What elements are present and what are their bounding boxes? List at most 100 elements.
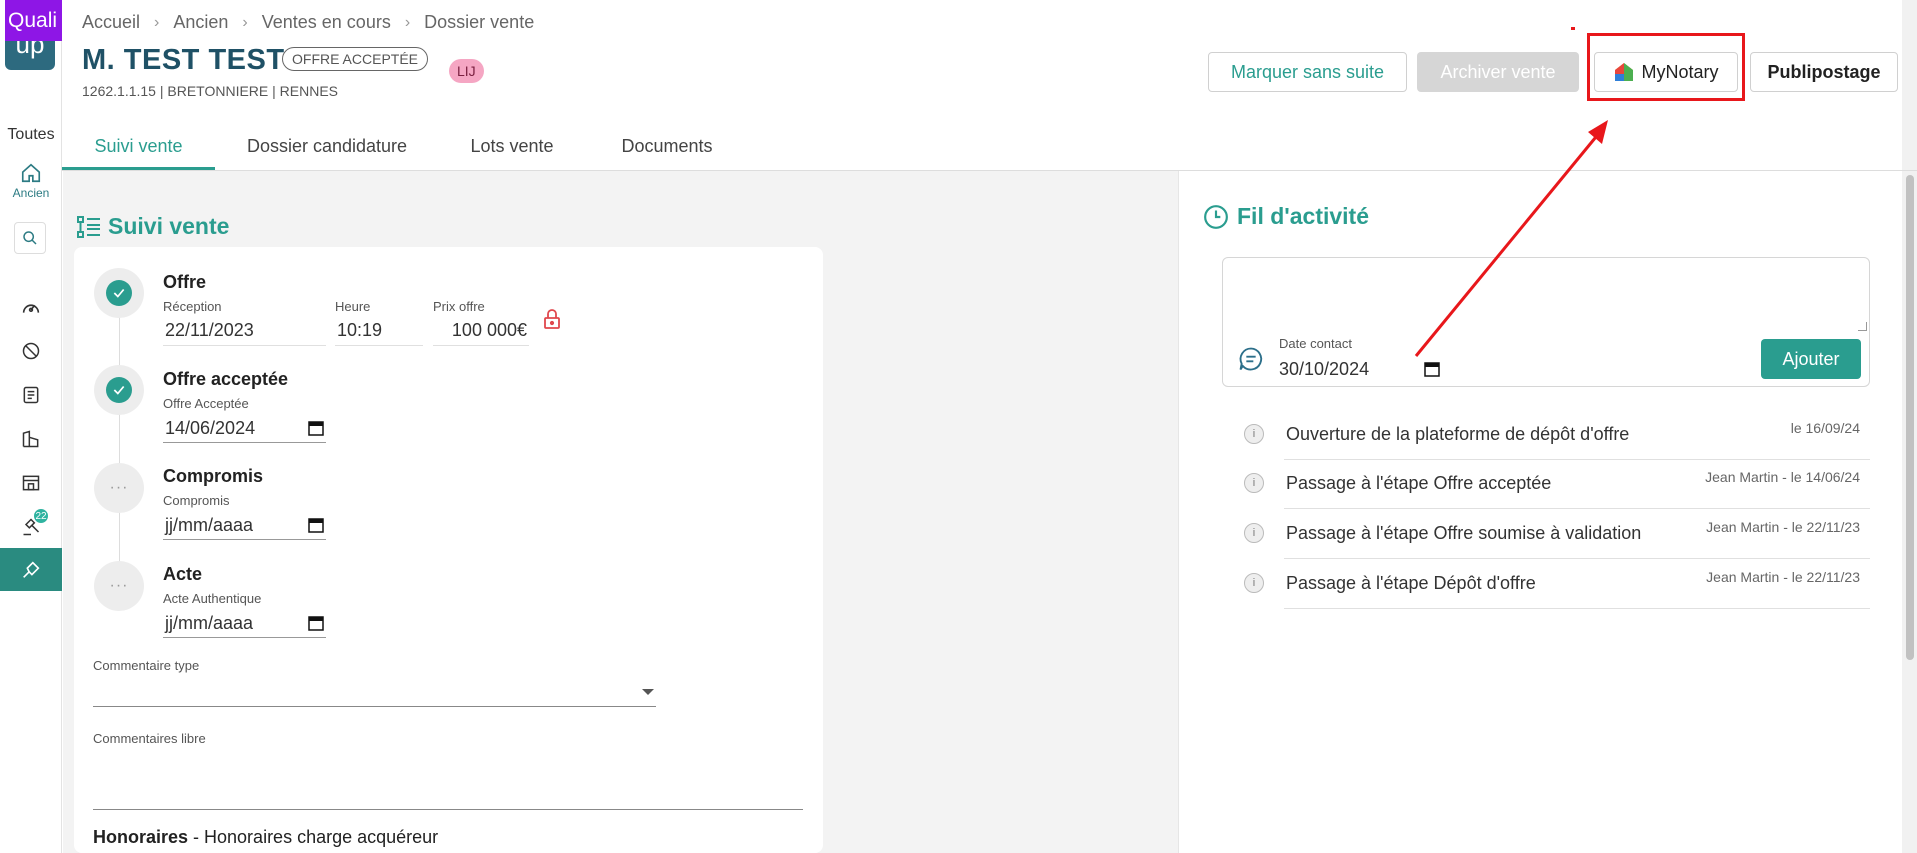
search-icon	[23, 231, 37, 245]
step-compromis-status: ···	[94, 463, 144, 513]
acte-label: Acte Authentique	[163, 591, 262, 606]
offre-acceptee-date-field[interactable]: 14/06/2024	[163, 413, 326, 443]
prix-offre-field[interactable]: 100 000€	[433, 316, 529, 346]
dropdown-arrow-icon	[642, 689, 654, 695]
sidebar: up Quali Toutes Ancien 22	[0, 0, 62, 853]
chat-icon	[1237, 345, 1265, 378]
offre-acceptee-date-value: 14/06/2024	[165, 417, 256, 438]
compromis-date-field[interactable]: jj/mm/aaaa	[163, 510, 326, 540]
storefront-icon	[22, 475, 40, 491]
activity-item-meta: Jean Martin - le 22/11/23	[1706, 569, 1860, 585]
calendar-icon[interactable]	[308, 517, 324, 533]
sidebar-home-label: Ancien	[12, 186, 50, 200]
calendar-icon[interactable]	[1424, 361, 1440, 377]
breadcrumb-item: Dossier vente	[424, 12, 535, 32]
sidebar-item-blocked[interactable]	[19, 339, 43, 363]
tab-documents[interactable]: Documents	[602, 124, 732, 170]
compromis-date-value: jj/mm/aaaa	[165, 514, 254, 535]
acte-date-field[interactable]: jj/mm/aaaa	[163, 608, 326, 638]
chevron-right-icon: ›	[404, 13, 411, 31]
breadcrumb: Accueil › Ancien › Ventes en cours › Dos…	[82, 12, 534, 33]
clock-icon	[1204, 204, 1228, 229]
building-icon	[22, 430, 39, 448]
info-icon: i	[1244, 424, 1264, 444]
sidebar-item-dashboard[interactable]	[19, 296, 43, 320]
suivi-section-title: Suivi vente	[76, 213, 229, 240]
honoraires-text: Honoraires - Honoraires charge acquéreur	[93, 827, 438, 848]
reception-label: Réception	[163, 299, 222, 314]
breadcrumb-item[interactable]: Accueil	[82, 12, 140, 33]
page-subtitle: 1262.1.1.15 | BRETONNIERE | RENNES	[82, 83, 339, 99]
publipostage-button[interactable]: Publipostage	[1750, 52, 1898, 92]
chevron-right-icon: ›	[242, 13, 248, 31]
info-icon: i	[1244, 523, 1264, 543]
activity-item-meta: le 16/09/24	[1790, 420, 1860, 436]
commentaire-type-select[interactable]	[93, 675, 656, 707]
activity-item: i Passage à l'étape Offre soumise à vali…	[1244, 509, 1870, 559]
sidebar-item-ventes[interactable]	[0, 548, 62, 591]
chevron-right-icon: ›	[154, 13, 160, 31]
brand-logo[interactable]: up Quali	[5, 0, 62, 70]
compromis-label: Compromis	[163, 493, 230, 508]
date-contact-field[interactable]: 30/10/2024	[1279, 354, 1440, 384]
scrollbar-thumb[interactable]	[1906, 175, 1914, 660]
resize-handle[interactable]	[1858, 322, 1867, 331]
scrollbar[interactable]	[1902, 171, 1917, 853]
lock-icon[interactable]	[543, 309, 561, 334]
status-badge: OFFRE ACCEPTÉE	[282, 47, 429, 71]
timeline-icon	[77, 215, 100, 238]
calendar-icon[interactable]	[308, 420, 324, 436]
check-icon	[113, 288, 125, 298]
honoraires-value: - Honoraires charge acquéreur	[188, 827, 439, 847]
activity-title: Fil d'activité	[1203, 203, 1369, 230]
step-acte-status: ···	[94, 561, 144, 611]
step-acte-title: Acte	[163, 564, 203, 584]
heure-field[interactable]: 10:19	[335, 316, 423, 346]
activity-title-label: Fil d'activité	[1237, 203, 1370, 229]
logo-badge: Quali	[5, 0, 62, 41]
notification-count-badge: 22	[33, 508, 49, 524]
sidebar-search-button[interactable]	[14, 222, 46, 254]
marquer-sans-suite-button[interactable]: Marquer sans suite	[1208, 52, 1407, 92]
sidebar-item-store[interactable]	[19, 471, 43, 495]
calendar-icon[interactable]	[308, 615, 324, 631]
tab-dossier-candidature[interactable]: Dossier candidature	[232, 124, 422, 170]
activity-item-meta: Jean Martin - le 14/06/24	[1705, 469, 1860, 485]
home-icon	[21, 163, 41, 183]
list-icon	[23, 386, 39, 404]
step-offre-title: Offre	[163, 272, 207, 292]
info-icon: i	[1244, 573, 1264, 593]
tab-lots-vente[interactable]: Lots vente	[442, 124, 582, 170]
step-offre-acceptee-title: Offre acceptée	[163, 369, 289, 389]
ajouter-button[interactable]: Ajouter	[1761, 339, 1861, 379]
archiver-vente-button[interactable]: Archiver vente	[1417, 52, 1579, 92]
sidebar-item-home[interactable]: Ancien	[0, 162, 62, 200]
ban-icon	[22, 342, 40, 360]
activity-item: i Passage à l'étape Dépôt d'offre Jean M…	[1244, 559, 1870, 609]
activity-item-text: Ouverture de la plateforme de dépôt d'of…	[1286, 424, 1630, 444]
activity-item-text: Passage à l'étape Offre soumise à valida…	[1286, 523, 1642, 543]
step-offre-acceptee-status	[94, 365, 144, 415]
suivi-section-label: Suivi vente	[108, 213, 230, 239]
sidebar-item-buildings[interactable]	[19, 427, 43, 451]
timeline-line	[119, 310, 120, 600]
offre-acceptee-label: Offre Acceptée	[163, 396, 249, 411]
sidebar-item-list[interactable]	[19, 383, 43, 407]
activity-item: i Ouverture de la plateforme de dépôt d'…	[1244, 410, 1870, 460]
tab-bar: Suivi vente Dossier candidature Lots ven…	[62, 124, 1917, 171]
activity-textarea[interactable]	[1222, 257, 1870, 335]
sidebar-toutes[interactable]: Toutes	[0, 126, 62, 144]
breadcrumb-item[interactable]: Ventes en cours	[262, 12, 391, 33]
reception-field[interactable]: 22/11/2023	[163, 316, 326, 346]
heure-label: Heure	[335, 299, 371, 314]
annotation-highlight-box	[1587, 33, 1745, 101]
activity-item-text: Passage à l'étape Offre acceptée	[1286, 473, 1552, 493]
tab-suivi-vente[interactable]: Suivi vente	[62, 124, 215, 170]
honoraires-label: Honoraires	[93, 827, 189, 847]
breadcrumb-item[interactable]: Ancien	[173, 12, 228, 33]
commentaires-libre-label: Commentaires libre	[93, 731, 206, 746]
commentaires-libre-field[interactable]	[93, 750, 803, 810]
gauge-icon	[22, 304, 40, 313]
tag-badge: LIJ	[449, 59, 484, 83]
commentaire-type-label: Commentaire type	[93, 658, 200, 673]
